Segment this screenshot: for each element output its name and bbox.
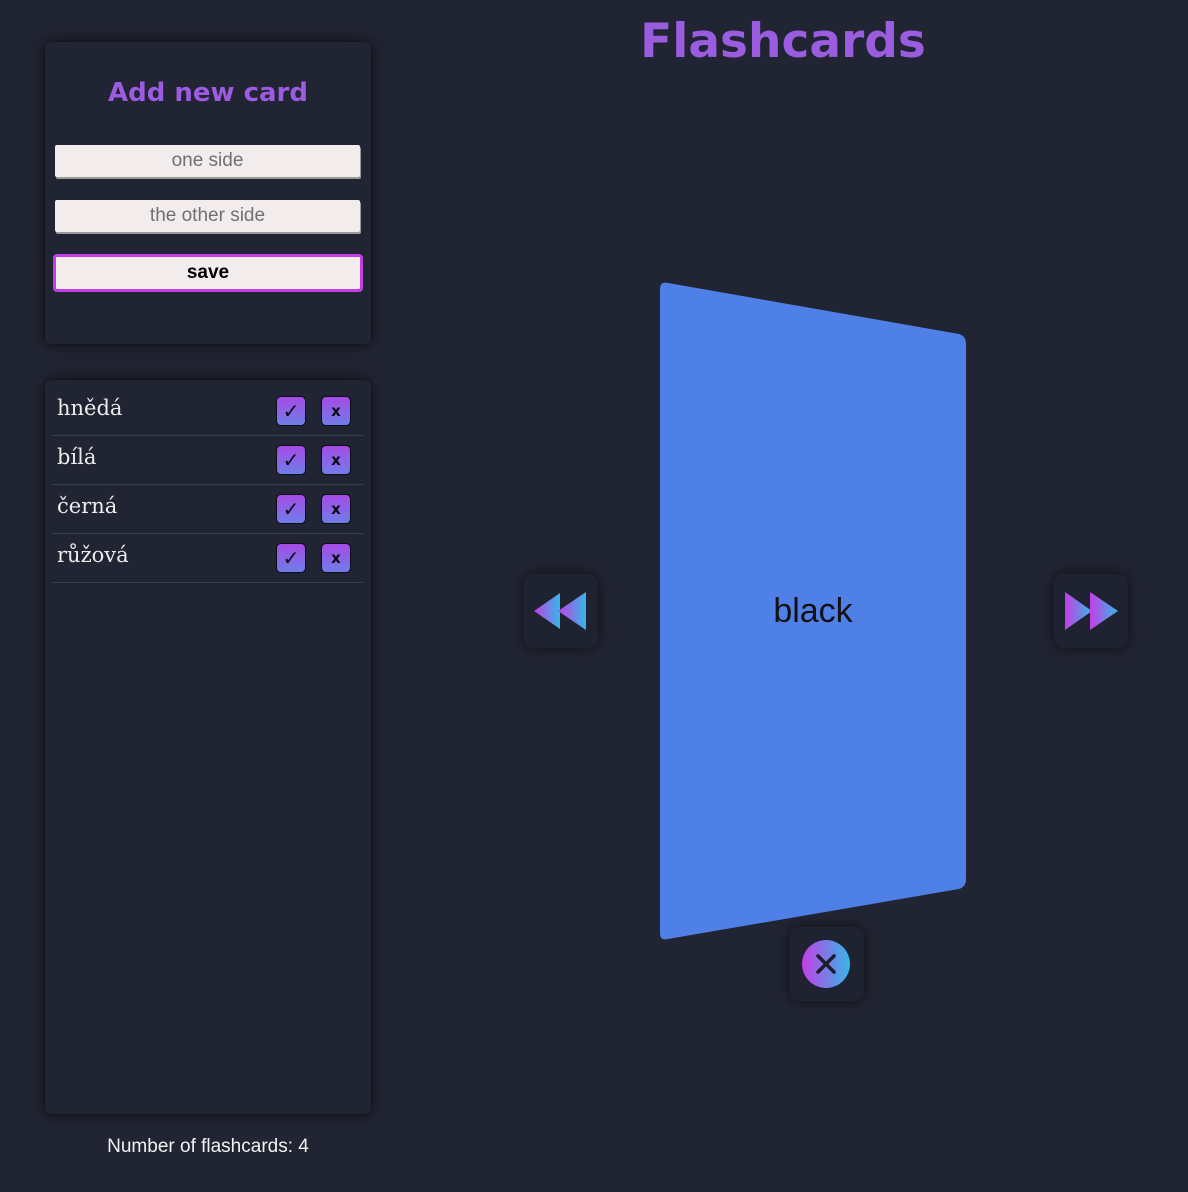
close-circle-icon (802, 940, 850, 988)
list-item: růžová ✓ x (52, 534, 363, 583)
list-item: bílá ✓ x (52, 436, 363, 485)
previous-card-button[interactable] (524, 574, 598, 648)
close-card-button[interactable] (790, 927, 864, 1001)
page-title: Flashcards (640, 14, 926, 69)
delete-card-button[interactable]: x (321, 445, 351, 475)
delete-card-button[interactable]: x (321, 543, 351, 573)
card-word: černá (57, 494, 118, 518)
mark-known-button[interactable]: ✓ (276, 543, 306, 573)
save-button[interactable]: save (53, 254, 363, 292)
card-list-panel: hnědá ✓ x bílá ✓ x černá ✓ x růžová ✓ x (45, 380, 371, 1114)
mark-known-button[interactable]: ✓ (276, 494, 306, 524)
flashcard-count: Number of flashcards: 4 (107, 1136, 309, 1157)
delete-card-button[interactable]: x (321, 494, 351, 524)
list-item: černá ✓ x (52, 485, 363, 534)
card-word: bílá (57, 445, 97, 469)
card-word: hnědá (57, 396, 123, 420)
delete-card-button[interactable]: x (321, 396, 351, 426)
back-side-input[interactable] (55, 200, 360, 232)
add-card-title: Add new card (107, 78, 308, 108)
fast-forward-icon (1065, 592, 1118, 630)
card-word: růžová (57, 543, 129, 567)
front-side-input[interactable] (55, 145, 360, 177)
rewind-icon (534, 592, 586, 630)
mark-known-button[interactable]: ✓ (276, 396, 306, 426)
add-card-panel: Add new card save (45, 42, 371, 344)
mark-known-button[interactable]: ✓ (276, 445, 306, 475)
list-item: hnědá ✓ x (52, 387, 363, 436)
next-card-button[interactable] (1054, 574, 1128, 648)
flashcard-text: black (773, 592, 853, 630)
